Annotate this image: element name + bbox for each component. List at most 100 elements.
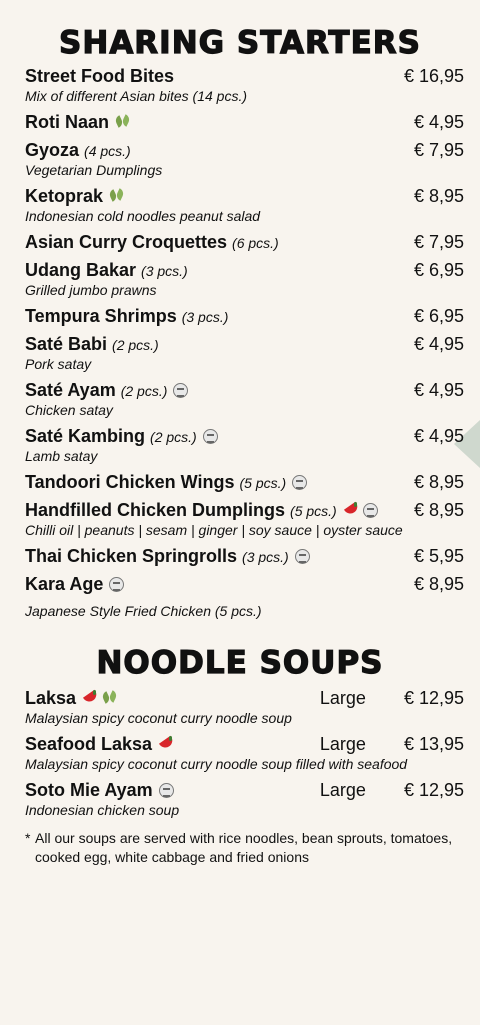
starter-item: Street Food Bites € 16,95 Mix of different… — [25, 66, 464, 104]
item-price: € 8,95 — [413, 574, 464, 594]
item-description: Malaysian spicy coconut curry noodle sou… — [25, 710, 292, 726]
diet-icons — [109, 577, 125, 592]
item-price: € 7,95 — [413, 140, 464, 160]
item-quantity: (2 pcs.) — [150, 429, 197, 445]
starter-item: Ketoprak € 8,95 Indonesian cold noodles pe… — [25, 186, 464, 224]
halal-icon — [362, 502, 378, 518]
starter-item: Gyoza (4 pcs.) € 7,95 Vegetarian Dumplings — [25, 140, 464, 178]
item-price: € 4,95 — [413, 380, 464, 400]
item-description: Indonesian chicken soup — [25, 802, 180, 818]
starter-item: Asian Curry Croquettes (6 pcs.) € 7,95 — [25, 232, 464, 253]
item-quantity: (3 pcs.) — [181, 309, 229, 325]
starter-item: Tempura Shrimps (3 pcs.) € 6,95 — [25, 306, 464, 327]
diet-icons — [292, 475, 308, 490]
item-price: € 4,95 — [413, 334, 464, 354]
starter-item: Saté Ayam (2 pcs.) € 4,95 Chicken satay — [25, 380, 464, 418]
item-price: € 12,95 — [403, 780, 464, 800]
diet-icons — [202, 429, 218, 444]
vegetarian-leaf-icon — [109, 188, 125, 204]
item-name: Street Food Bites — [25, 66, 175, 86]
chili-pepper-icon — [158, 736, 174, 752]
item-name: Gyoza — [25, 140, 80, 160]
item-size: Large — [319, 688, 366, 708]
item-name: Thai Chicken Springrolls — [25, 546, 238, 566]
item-quantity: (5 pcs.) — [239, 475, 287, 491]
starter-item: Saté Kambing (2 pcs.) € 4,95 Lamb satay — [25, 426, 464, 464]
diet-icons — [115, 114, 131, 130]
soup-footnote: * All our soups are served with rice noo… — [25, 829, 460, 867]
halal-icon — [294, 549, 310, 564]
diet-icons — [109, 188, 125, 204]
item-description: Mix of different Asian bites (14 pcs.) — [25, 88, 248, 104]
noodle-soups-title: NOODLE SOUPS — [96, 645, 384, 681]
item-price: € 8,95 — [413, 500, 464, 520]
item-name: Asian Curry Croquettes — [25, 232, 228, 252]
item-quantity: (2 pcs.) — [112, 337, 159, 353]
diet-icons — [343, 502, 378, 518]
soup-item: Soto Mie Ayam Large € 12,95 Indonesian chic… — [25, 780, 464, 818]
starter-item: Saté Babi (2 pcs.) € 4,95 Pork satay — [25, 334, 464, 372]
diet-icons — [158, 736, 174, 752]
halal-icon — [158, 783, 174, 798]
item-price: € 6,95 — [413, 260, 464, 280]
item-size: Large — [319, 780, 366, 800]
item-description: Japanese Style Fried Chicken (5 pcs.) — [25, 603, 262, 619]
item-name: Saté Kambing — [25, 426, 146, 446]
item-quantity: (3 pcs.) — [141, 263, 188, 279]
item-price: € 16,95 — [403, 66, 464, 86]
item-quantity: (6 pcs.) — [232, 235, 279, 251]
starter-item: Thai Chicken Springrolls (3 pcs.) € 5,95 — [25, 546, 464, 567]
halal-icon — [173, 383, 189, 398]
footnote-text: All our soups are served with rice noodl… — [35, 830, 453, 865]
diet-icons — [173, 383, 189, 398]
item-name: Seafood Laksa — [25, 734, 153, 754]
item-quantity: (5 pcs.) — [290, 503, 337, 519]
diet-icons — [158, 783, 174, 798]
diet-icons — [82, 690, 118, 706]
starter-item: Tandoori Chicken Wings (5 pcs.) € 8,95 — [25, 472, 464, 493]
item-price: € 5,95 — [413, 546, 464, 566]
item-size: Large — [319, 734, 366, 754]
item-description: Chilli oil | peanuts | sesam | ginger | … — [25, 522, 403, 538]
starter-item: Roti Naan € 4,95 — [25, 112, 464, 133]
halal-icon — [202, 429, 218, 444]
item-name: Ketoprak — [25, 186, 104, 206]
item-name: Saté Ayam — [25, 380, 116, 400]
item-price: € 7,95 — [413, 232, 464, 252]
item-price: € 8,95 — [413, 186, 464, 206]
item-description: Lamb satay — [25, 448, 98, 464]
item-description: Indonesian cold noodles peanut salad — [25, 208, 261, 224]
item-quantity: (3 pcs.) — [242, 549, 289, 565]
item-description: Vegetarian Dumplings — [25, 162, 163, 178]
footnote-star: * — [25, 830, 31, 846]
sharing-starters-title: SHARING STARTERS — [58, 25, 421, 61]
chili-pepper-icon — [343, 502, 359, 518]
starter-item: Kara Age € 8,95 Japanese Style Fried Chick… — [25, 574, 464, 619]
item-name: Roti Naan — [25, 112, 110, 132]
item-name: Udang Bakar — [25, 260, 137, 280]
item-price: € 6,95 — [413, 306, 464, 326]
item-name: Laksa — [25, 688, 77, 708]
item-price: € 4,95 — [413, 112, 464, 132]
item-name: Handfilled Chicken Dumplings — [25, 500, 286, 520]
diet-icons — [294, 549, 310, 564]
item-description: Chicken satay — [25, 402, 113, 418]
item-name: Saté Babi — [25, 334, 108, 354]
halal-icon — [109, 577, 125, 592]
item-description: Grilled jumbo prawns — [25, 282, 157, 298]
starter-item: Udang Bakar (3 pcs.) € 6,95 Grilled jumbo p… — [25, 260, 464, 298]
item-name: Tempura Shrimps — [25, 306, 177, 326]
vegetarian-leaf-icon — [115, 114, 131, 130]
item-price: € 13,95 — [403, 734, 464, 754]
item-quantity: (2 pcs.) — [120, 383, 168, 399]
starter-item: Handfilled Chicken Dumplings (5 pcs.) € 8,… — [25, 500, 464, 538]
item-name: Soto Mie Ayam — [25, 780, 153, 800]
vegetarian-leaf-icon — [102, 690, 118, 706]
item-name: Kara Age — [25, 574, 104, 594]
halal-icon — [292, 475, 308, 490]
item-name: Tandoori Chicken Wings — [25, 472, 235, 492]
item-price: € 8,95 — [413, 472, 464, 492]
soup-item: Laksa Large € 12,95 Malaysian spicy coconut… — [25, 688, 464, 726]
item-price: € 12,95 — [403, 688, 464, 708]
item-description: Malaysian spicy coconut curry noodle sou… — [25, 756, 408, 772]
